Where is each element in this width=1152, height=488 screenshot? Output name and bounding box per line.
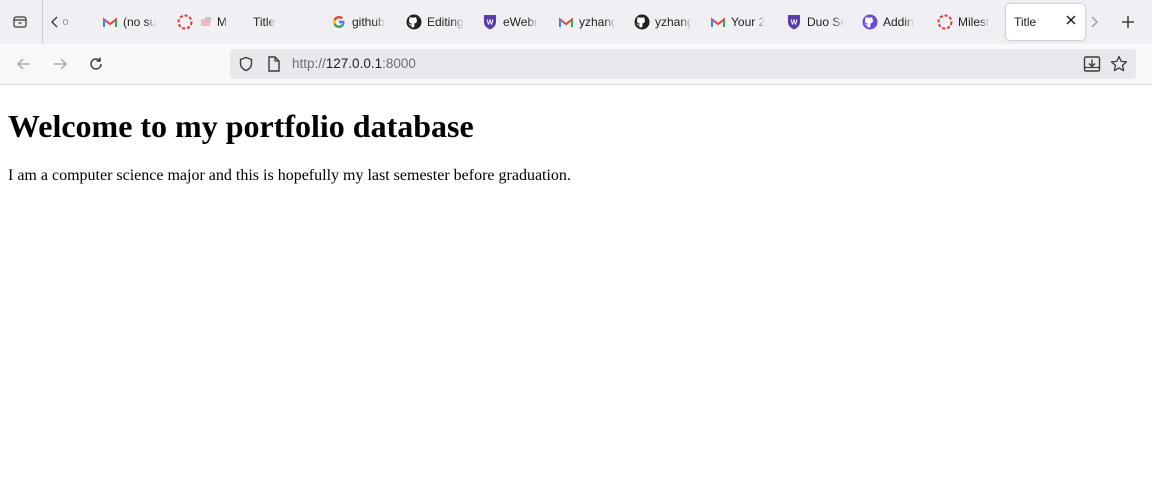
tab-label: Your 2 xyxy=(731,15,766,29)
back-button[interactable] xyxy=(12,52,36,76)
tab-loading-m[interactable]: M xyxy=(177,4,235,40)
star-icon xyxy=(1110,55,1128,72)
chevron-right-icon xyxy=(1091,16,1098,28)
forward-button[interactable] xyxy=(48,52,72,76)
tab-strip: o (no su M Title github Editing W eWebr … xyxy=(0,0,1152,44)
gmail-icon xyxy=(102,14,118,30)
gmail-icon xyxy=(710,14,726,30)
tab-label: yzhang xyxy=(655,15,692,29)
svg-text:W: W xyxy=(791,20,798,27)
tab-title[interactable]: Title xyxy=(253,4,313,40)
tab-label: yzhang xyxy=(579,15,616,29)
shield-icon[interactable] xyxy=(238,56,254,72)
tab-label: Title xyxy=(1014,15,1037,29)
close-icon xyxy=(1066,15,1076,25)
shield-w-icon: W xyxy=(786,14,802,30)
tab-label: github xyxy=(352,15,385,29)
tab-label: Editing xyxy=(427,15,464,29)
overflow-tab-label: o xyxy=(62,16,69,28)
tab-scroll-left-button[interactable]: o xyxy=(46,6,72,38)
tab-github-yzhang[interactable]: yzhang xyxy=(634,4,692,40)
tab-gmail-no-subject[interactable]: (no su xyxy=(102,4,158,40)
address-bar[interactable]: http://127.0.0.1:8000 xyxy=(230,49,1136,79)
tab-duo[interactable]: W Duo Se xyxy=(786,4,844,40)
tab-github-editing[interactable]: Editing xyxy=(406,4,464,40)
tab-ewebr[interactable]: W eWebr xyxy=(482,4,538,40)
loading-icon xyxy=(177,14,193,30)
github-icon xyxy=(634,14,650,30)
tab-list-icon xyxy=(13,16,27,28)
tab-strip-separator xyxy=(42,0,43,44)
loading-icon xyxy=(937,14,953,30)
svg-text:W: W xyxy=(487,20,494,27)
bookmark-button[interactable] xyxy=(1110,55,1128,73)
tab-label: M xyxy=(217,15,227,29)
url-protocol: http:// xyxy=(292,56,326,71)
tab-label: Milest xyxy=(958,15,990,29)
tab-label: Duo Se xyxy=(807,15,844,29)
tab-milestone[interactable]: Milest xyxy=(937,4,995,40)
page-thumbnail-icon xyxy=(198,14,214,30)
tab-scroll-right-button[interactable] xyxy=(1079,6,1109,38)
github-icon xyxy=(862,14,878,30)
tab-gmail-yzhang[interactable]: yzhang xyxy=(558,4,616,40)
page-content: Welcome to my portfolio database I am a … xyxy=(8,85,1144,185)
install-app-button[interactable] xyxy=(1083,55,1101,73)
navigation-toolbar: http://127.0.0.1:8000 xyxy=(0,44,1152,85)
chevron-left-icon xyxy=(51,16,58,28)
reload-icon xyxy=(90,57,102,70)
github-icon xyxy=(406,14,422,30)
url-port: :8000 xyxy=(382,56,416,71)
tab-gmail-your[interactable]: Your 2 xyxy=(710,4,768,40)
tab-title-active[interactable]: Title xyxy=(1006,4,1085,40)
arrow-left-icon xyxy=(16,58,30,70)
page-heading: Welcome to my portfolio database xyxy=(8,108,474,144)
google-icon xyxy=(331,14,347,30)
gmail-icon xyxy=(558,14,574,30)
tab-label: (no su xyxy=(123,15,157,29)
url-host: 127.0.0.1 xyxy=(325,56,383,71)
close-tab-button[interactable] xyxy=(1065,13,1077,29)
tab-github-adding[interactable]: Addin xyxy=(862,4,920,40)
new-tab-button[interactable] xyxy=(1113,6,1143,38)
tab-list-button[interactable] xyxy=(5,6,35,38)
page-info-icon[interactable] xyxy=(266,56,282,72)
tab-google-github[interactable]: github xyxy=(331,4,387,40)
download-tray-icon xyxy=(1083,56,1101,72)
tab-label: Title xyxy=(253,15,276,29)
tab-label: Addin xyxy=(883,15,914,29)
tab-label: eWebr xyxy=(503,15,538,29)
url-text[interactable]: http://127.0.0.1:8000 xyxy=(292,56,416,72)
page-paragraph: I am a computer science major and this i… xyxy=(8,167,571,184)
plus-icon xyxy=(1122,16,1134,28)
shield-w-icon: W xyxy=(482,14,498,30)
arrow-right-icon xyxy=(54,58,68,70)
reload-button[interactable] xyxy=(84,52,108,76)
